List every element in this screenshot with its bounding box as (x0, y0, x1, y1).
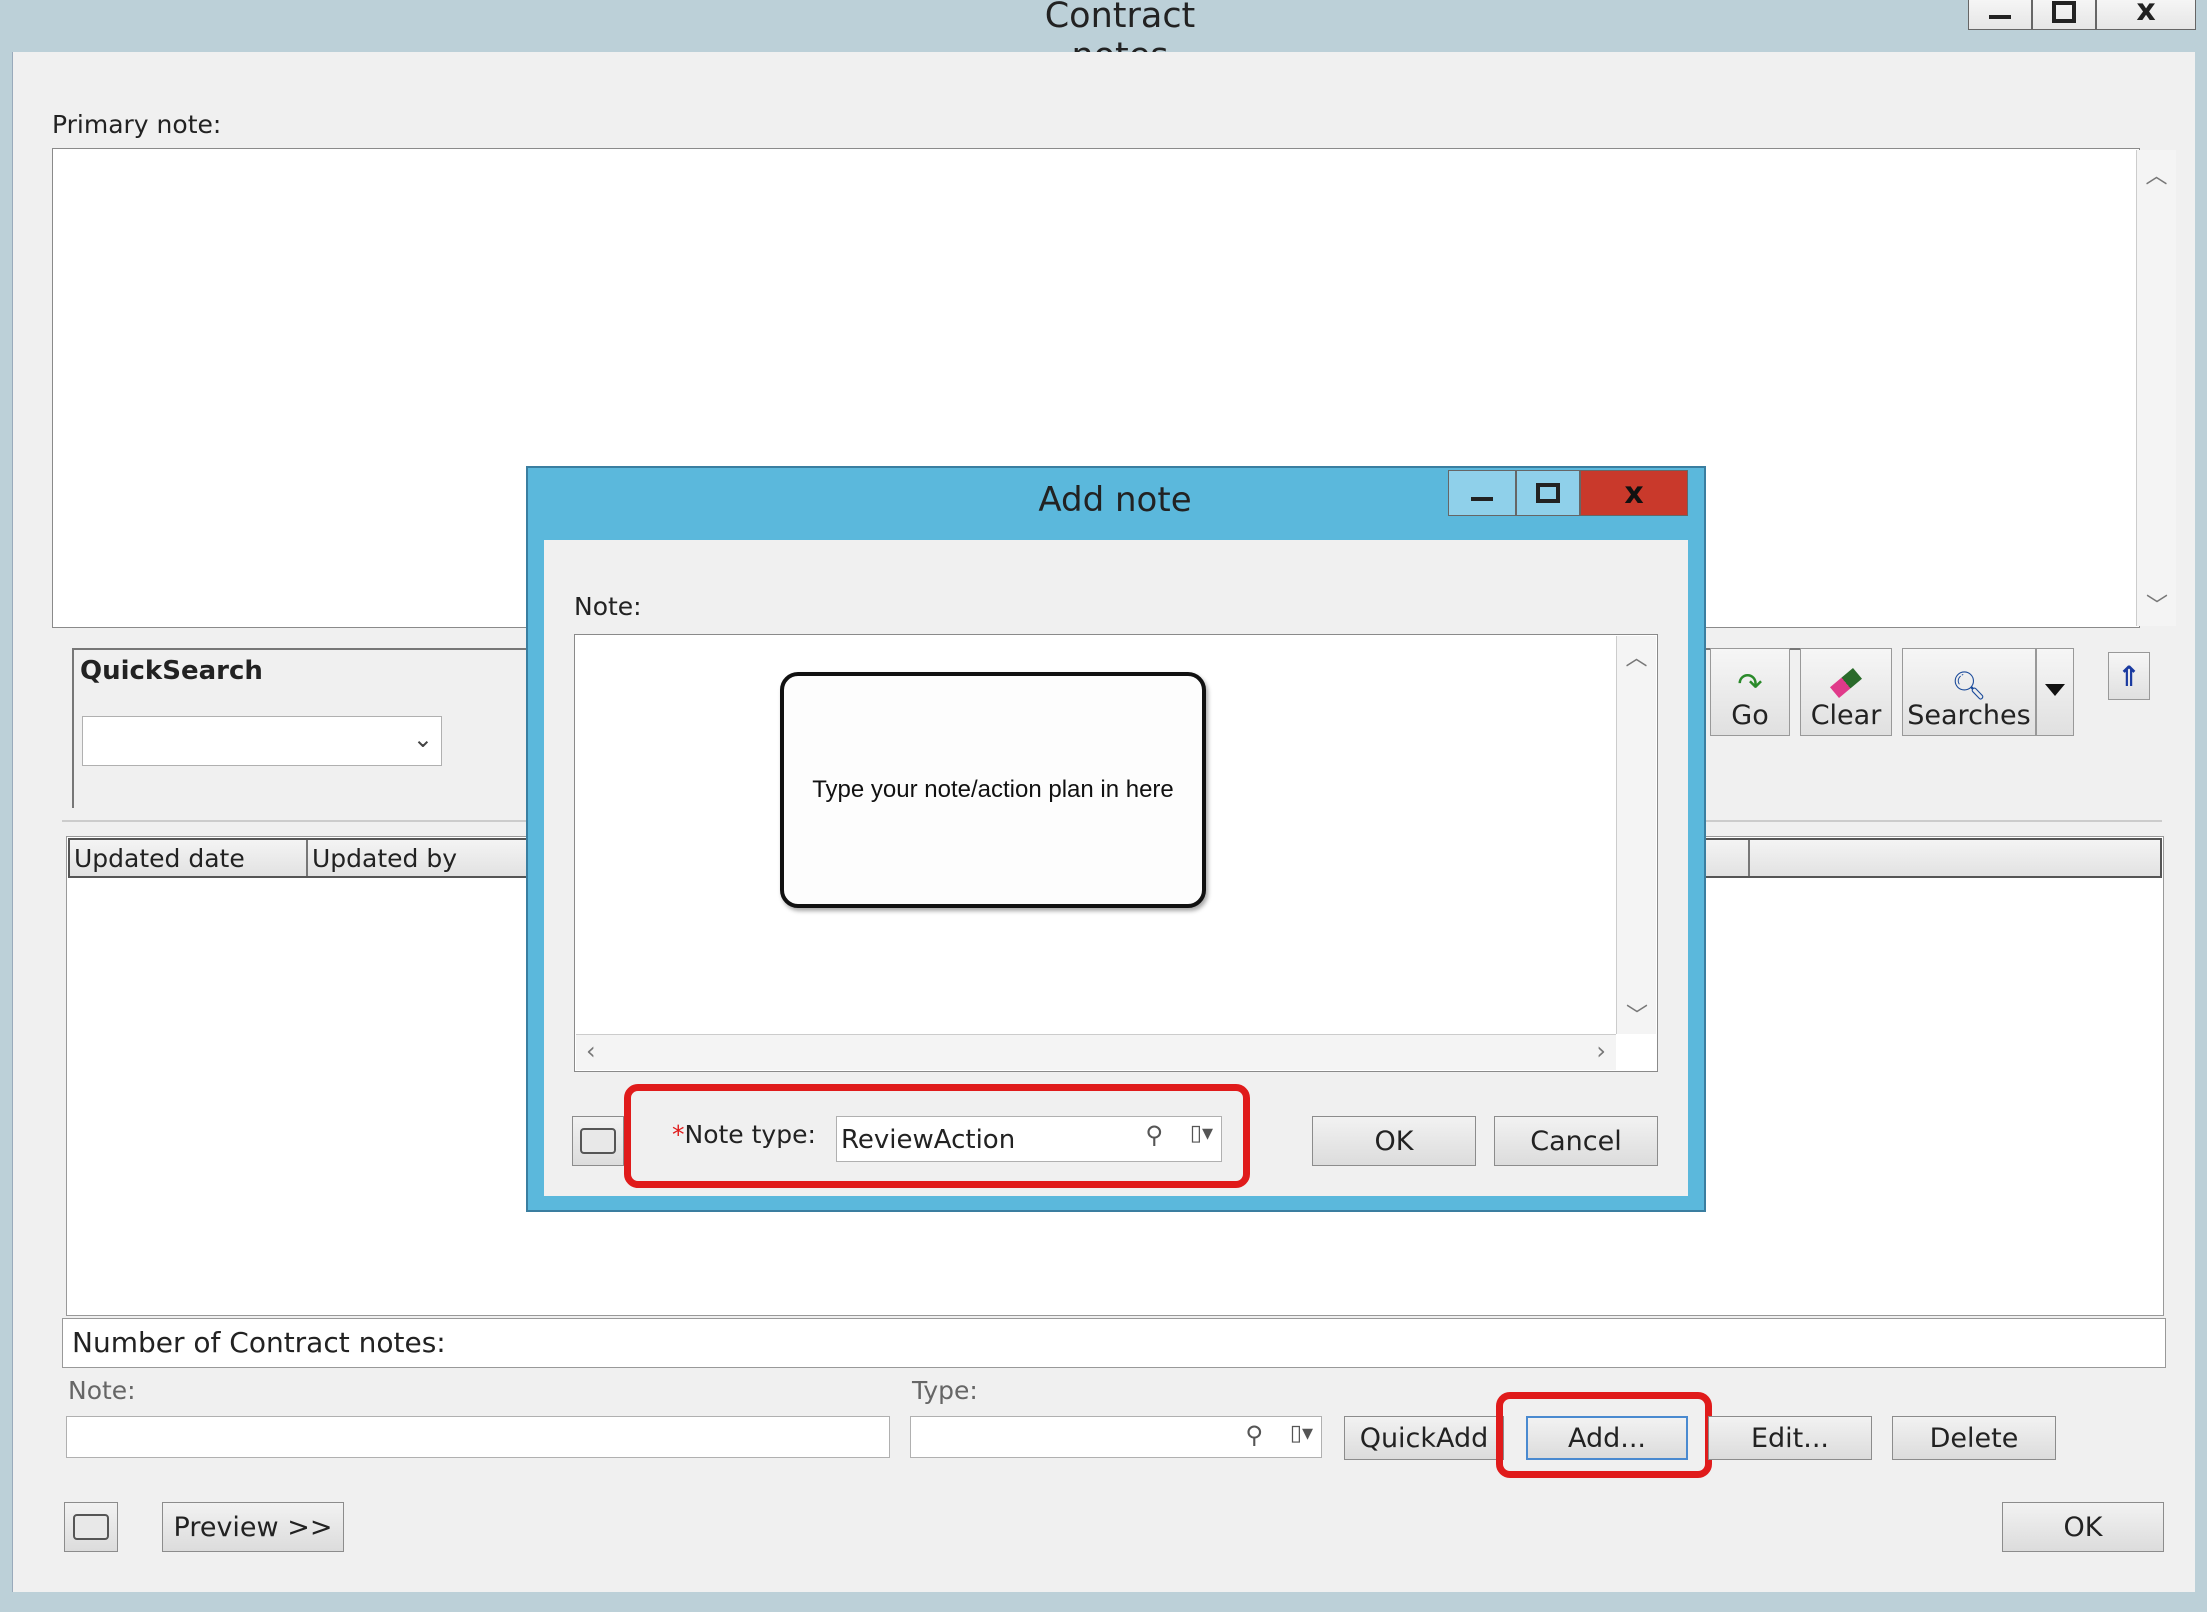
go-arrow-icon: ↷ (1737, 667, 1763, 702)
note-label: Note: (68, 1376, 136, 1405)
edit-button[interactable]: Edit... (1708, 1416, 1872, 1460)
quicksearch-label: QuickSearch (80, 656, 263, 686)
dialog-ok-button[interactable]: OK (1312, 1116, 1476, 1166)
scroll-down-icon[interactable]: ﹀ (2137, 588, 2177, 620)
close-button[interactable]: x (2096, 0, 2196, 30)
type-label: Type: (912, 1376, 978, 1405)
go-button[interactable]: ↷ Go (1710, 648, 1790, 736)
quicksearch-dropdown[interactable]: ⌄ (82, 716, 442, 766)
preview-button[interactable]: Preview >> (162, 1502, 344, 1552)
callout-text: Type your note/action plan in here (812, 776, 1174, 803)
column-divider (1748, 840, 1750, 876)
dialog-minimize-button[interactable] (1448, 470, 1516, 516)
searches-dropdown-button[interactable] (2036, 648, 2074, 736)
minimize-button[interactable] (1968, 0, 2032, 30)
dialog-note-hscrollbar[interactable]: ‹ › (576, 1034, 1616, 1070)
primary-note-label: Primary note: (52, 110, 222, 139)
maximize-icon (1536, 483, 1560, 503)
magnifier-icon: 🔍︎ (1951, 669, 1987, 702)
printer-icon (580, 1128, 616, 1154)
lookup-icon[interactable]: ⚲ (1245, 1421, 1263, 1449)
contract-notes-count-label: Number of Contract notes: (72, 1326, 446, 1359)
double-chevron-up-icon: ⇑ (2117, 659, 2141, 693)
dialog-title: Add note (1038, 480, 1192, 520)
clear-button[interactable]: Clear (1800, 648, 1892, 736)
close-icon: x (2136, 0, 2156, 28)
minimize-icon (1471, 497, 1493, 501)
note-input[interactable] (66, 1416, 890, 1458)
type-input[interactable]: ⚲ ▯▾ (910, 1416, 1322, 1458)
collapse-button[interactable]: ⇑ (2108, 652, 2150, 700)
column-header-updated-by[interactable]: Updated by (308, 840, 538, 876)
searches-button[interactable]: 🔍︎ Searches (1902, 648, 2036, 736)
scroll-right-icon[interactable]: › (1596, 1037, 1606, 1065)
dialog-cancel-button[interactable]: Cancel (1494, 1116, 1658, 1166)
scroll-down-icon[interactable]: ﹀ (1617, 998, 1657, 1030)
quickadd-button[interactable]: QuickAdd (1344, 1416, 1504, 1460)
print-button[interactable] (64, 1502, 118, 1552)
ok-button[interactable]: OK (2002, 1502, 2164, 1552)
chevron-down-icon: ⌄ (412, 725, 433, 753)
eraser-icon (1830, 667, 1862, 699)
callout-box: Type your note/action plan in here (780, 672, 1206, 908)
add-button-highlight (1496, 1392, 1712, 1478)
dialog-note-vscrollbar[interactable]: ︿ ﹀ (1616, 636, 1656, 1034)
primary-note-scrollbar[interactable]: ︿ ﹀ (2136, 150, 2176, 626)
scroll-left-icon[interactable]: ‹ (586, 1037, 596, 1065)
dialog-print-button[interactable] (572, 1116, 624, 1166)
dialog-close-button[interactable]: x (1580, 470, 1688, 516)
triangle-down-icon (2045, 684, 2065, 696)
maximize-button[interactable] (2032, 0, 2096, 30)
close-icon: x (1624, 475, 1644, 511)
delete-button[interactable]: Delete (1892, 1416, 2056, 1460)
printer-icon (73, 1514, 109, 1540)
note-type-highlight (624, 1084, 1250, 1188)
scroll-up-icon[interactable]: ︿ (1617, 640, 1656, 672)
dialog-maximize-button[interactable] (1516, 470, 1580, 516)
dialog-note-label: Note: (574, 592, 642, 621)
options-icon[interactable]: ▯▾ (1290, 1421, 1313, 1446)
maximize-icon (2052, 1, 2076, 23)
column-header-updated-date[interactable]: Updated date (70, 840, 308, 876)
minimize-icon (1989, 15, 2011, 19)
scroll-up-icon[interactable]: ︿ (2137, 158, 2176, 190)
